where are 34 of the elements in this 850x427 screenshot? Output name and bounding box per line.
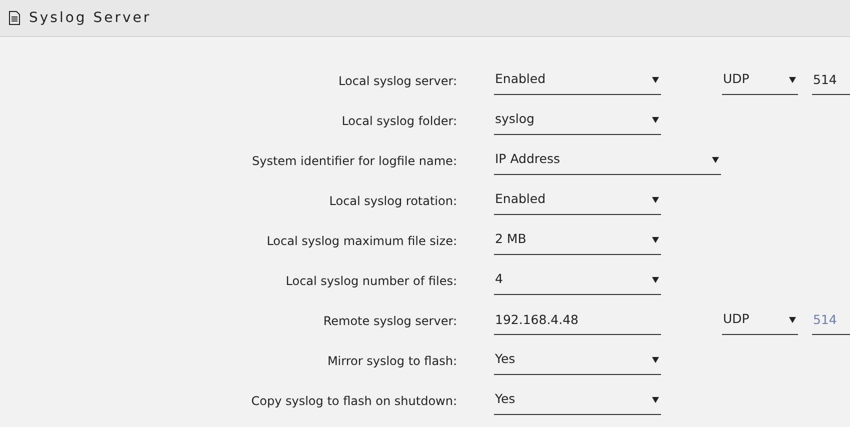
field-label: Local syslog folder:	[342, 114, 457, 128]
field-label: Remote syslog server:	[323, 314, 457, 328]
field-label: Local syslog server:	[338, 74, 457, 88]
dropdown[interactable]: 2 MB	[494, 225, 661, 255]
document-icon	[9, 11, 20, 25]
caret-icon	[652, 236, 659, 243]
header-title: Syslog Server	[29, 8, 152, 28]
input-field[interactable]: 192.168.4.48	[494, 305, 661, 335]
dropdown[interactable]: Enabled	[494, 65, 661, 95]
field-label: Copy syslog to flash on shutdown:	[251, 394, 457, 408]
field-label: Mirror syslog to flash:	[327, 354, 457, 368]
dropdown[interactable]: Yes	[494, 345, 661, 375]
caret-icon	[652, 396, 659, 403]
caret-icon	[712, 156, 719, 163]
field-label: Local syslog maximum file size:	[266, 234, 457, 248]
dropdown[interactable]: UDP	[722, 65, 798, 95]
dropdown[interactable]: Yes	[494, 385, 661, 415]
dropdown[interactable]: syslog	[494, 105, 661, 135]
caret-icon	[652, 76, 659, 83]
field-label: Local syslog rotation:	[329, 194, 457, 208]
field-label: System identifier for logfile name:	[252, 154, 457, 168]
input-field[interactable]: 514	[812, 305, 850, 335]
dropdown[interactable]: UDP	[722, 305, 798, 335]
caret-icon	[652, 196, 659, 203]
caret-icon	[652, 116, 659, 123]
caret-icon	[789, 316, 796, 323]
dropdown[interactable]: 4	[494, 265, 661, 295]
field-label: Local syslog number of files:	[286, 274, 457, 288]
caret-icon	[652, 356, 659, 363]
caret-icon	[652, 276, 659, 283]
caret-icon	[789, 76, 796, 83]
dropdown[interactable]: Enabled	[494, 185, 661, 215]
dropdown[interactable]: IP Address	[494, 145, 721, 175]
input-field[interactable]: 514	[812, 65, 850, 95]
